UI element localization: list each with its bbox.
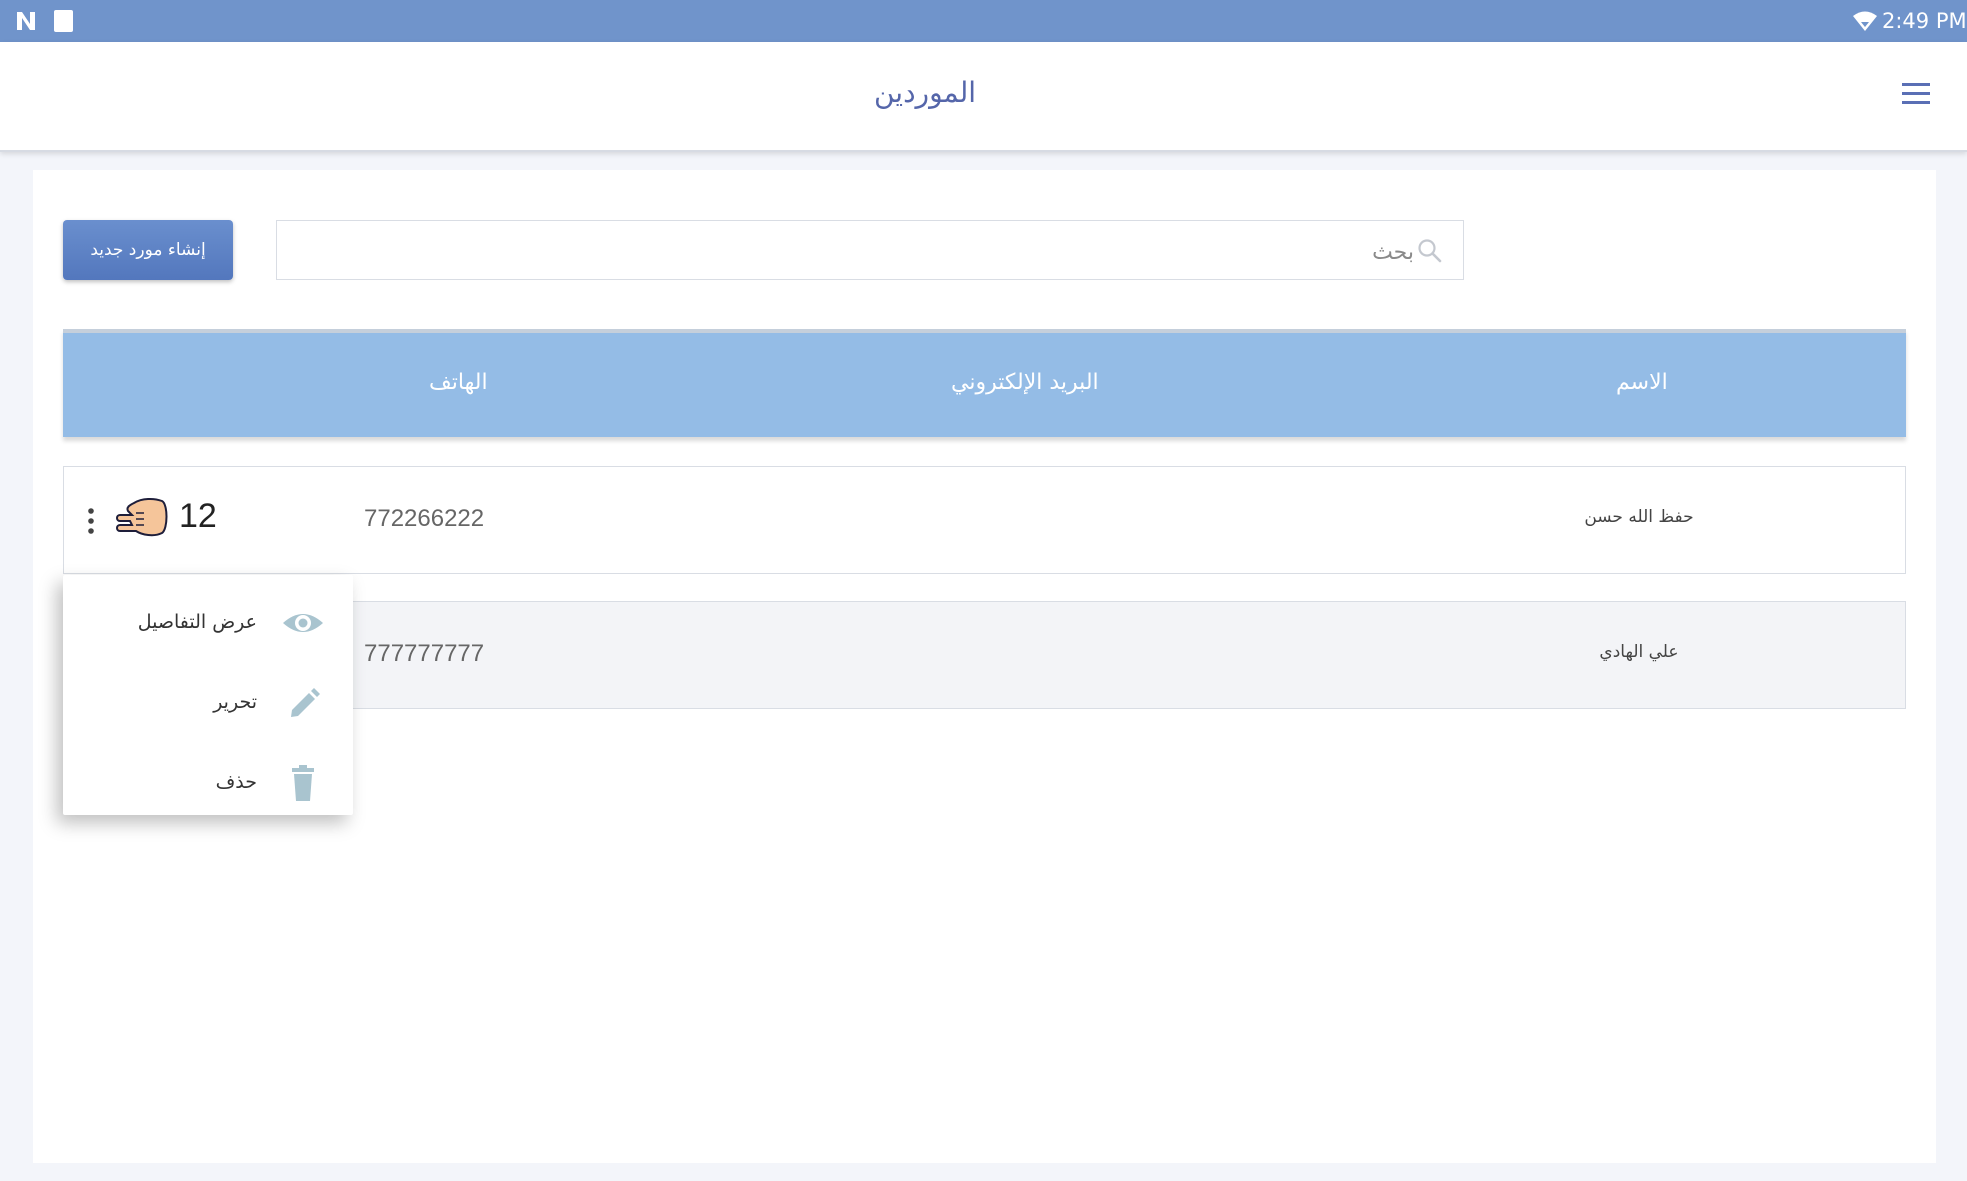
row-count-badge: 12 — [179, 497, 217, 535]
more-options-icon[interactable] — [86, 507, 96, 535]
supplier-phone: 777777777 — [364, 640, 485, 667]
table-header: الاسم البريد الإلكتروني الهاتف — [63, 329, 1906, 437]
wifi-icon — [1853, 11, 1877, 31]
menu-item-edit[interactable]: تحرير — [63, 665, 353, 743]
supplier-name: علي الهادي — [1599, 642, 1679, 662]
menu-item-label: تحرير — [213, 691, 257, 713]
status-bar: 2:49 PM — [0, 0, 1967, 42]
menu-item-view-details[interactable]: عرض التفاصيل — [63, 585, 353, 663]
create-supplier-button[interactable]: إنشاء مورد جديد — [63, 220, 233, 280]
page-title: الموردين — [873, 76, 977, 109]
row-actions-menu: عرض التفاصيل تحرير حذف — [63, 575, 353, 815]
search-input[interactable] — [287, 229, 1416, 275]
sd-card-icon — [54, 10, 73, 32]
menu-item-delete[interactable]: حذف — [63, 745, 353, 823]
column-header-email: البريد الإلكتروني — [951, 370, 1099, 395]
menu-item-label: حذف — [215, 771, 257, 793]
column-header-phone: الهاتف — [429, 370, 488, 395]
pointing-hand-icon — [116, 497, 168, 537]
supplier-phone: 772266222 — [364, 505, 485, 532]
search-box — [276, 220, 1464, 280]
column-header-name: الاسم — [1616, 370, 1668, 395]
trash-icon — [292, 765, 314, 801]
hamburger-menu-icon[interactable] — [1900, 79, 1932, 109]
menu-item-label: عرض التفاصيل — [137, 611, 257, 633]
table-row[interactable]: حفظ الله حسن 772266222 12 — [63, 466, 1906, 574]
supplier-name: حفظ الله حسن — [1584, 507, 1694, 527]
search-icon — [1418, 239, 1442, 263]
app-bar: الموردين — [0, 42, 1967, 152]
eye-icon — [283, 614, 323, 632]
pencil-icon — [291, 688, 320, 717]
n-notification-icon — [17, 12, 35, 30]
status-clock: 2:49 PM — [1882, 9, 1967, 33]
